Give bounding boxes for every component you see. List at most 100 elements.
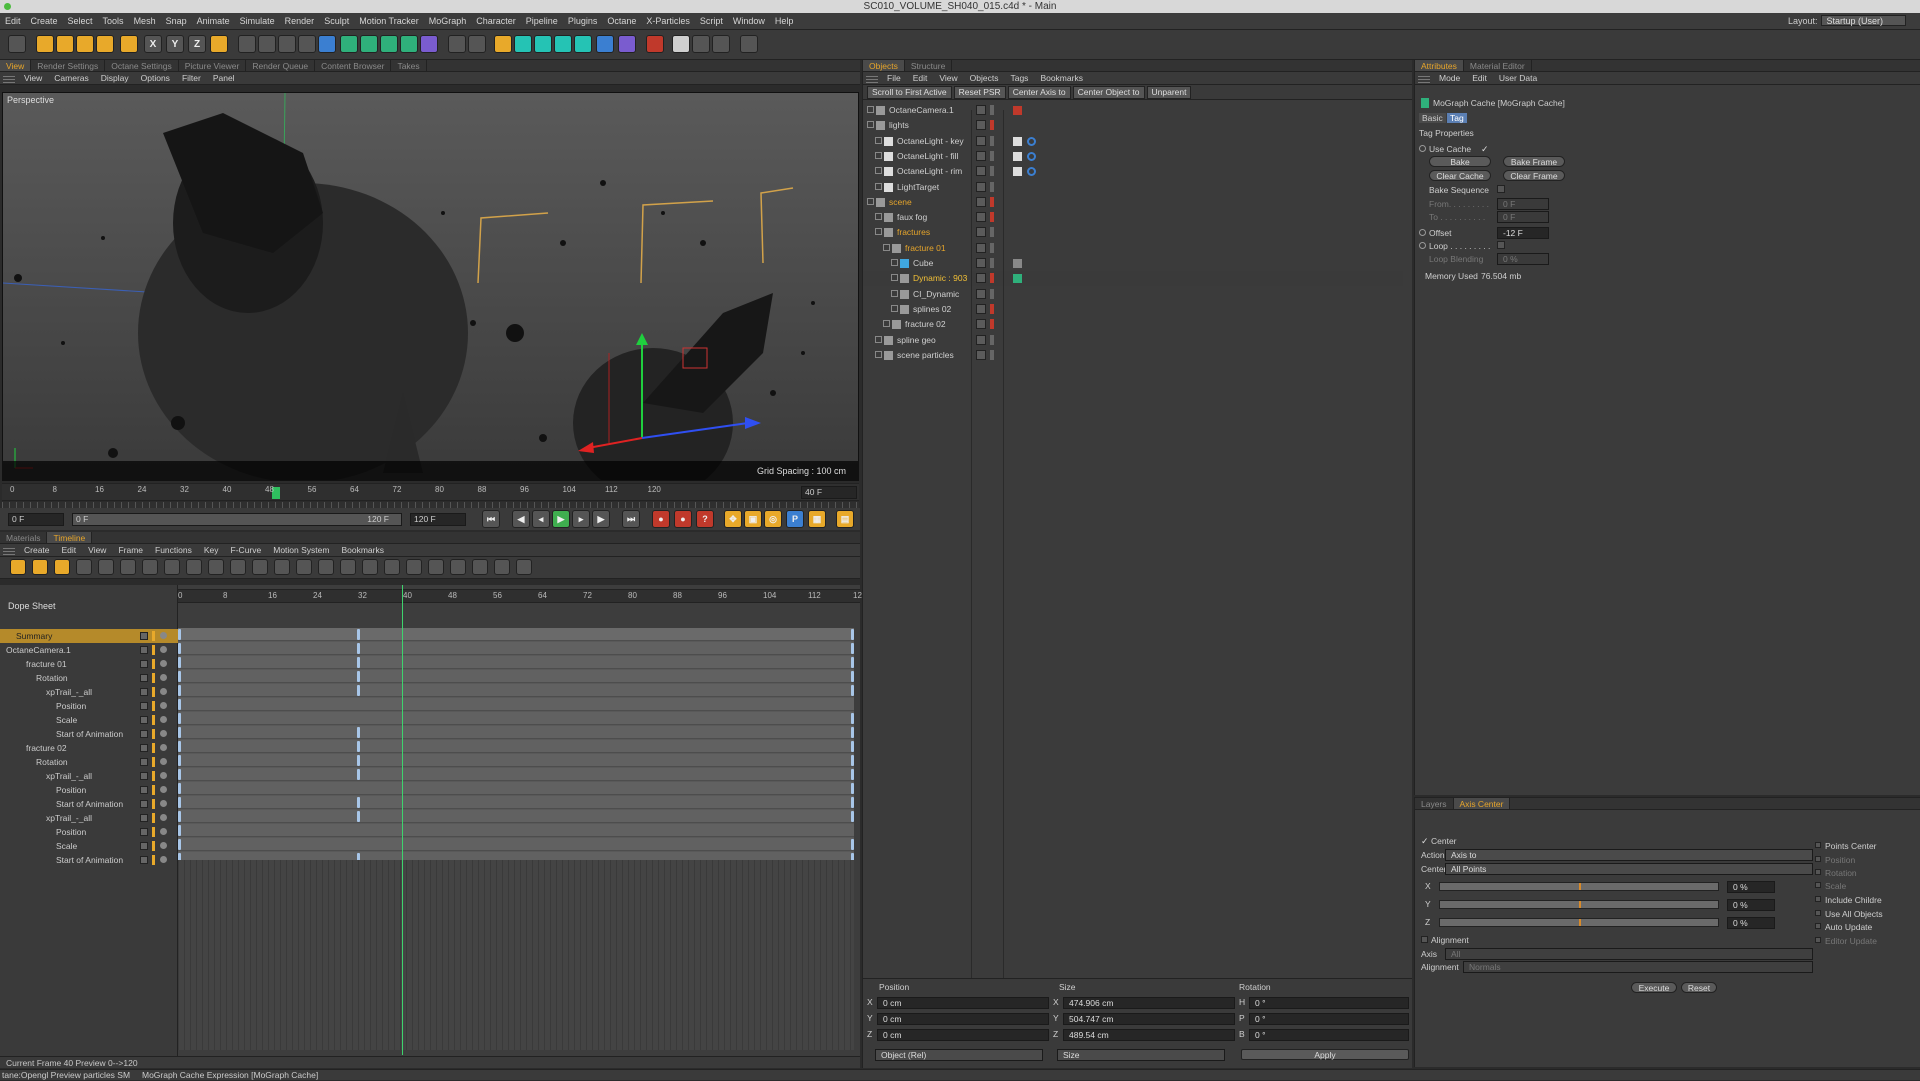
track-enable-icon[interactable] <box>140 786 148 794</box>
render-dot-icon[interactable] <box>990 319 994 330</box>
keyframe-marker[interactable] <box>357 755 360 766</box>
keyframe-marker[interactable] <box>178 783 181 794</box>
render-dot-icon[interactable] <box>990 181 994 192</box>
timeline-ruler[interactable]: 40 F 0 8 16 24 32 40 48 56 64 72 80 88 96 104 112 120 <box>2 483 859 501</box>
menu-file[interactable]: File <box>881 73 907 83</box>
render-picture-icon[interactable] <box>278 35 296 53</box>
option-checkbox[interactable] <box>1815 896 1821 902</box>
render-dot-icon[interactable] <box>990 105 994 115</box>
track-solo-icon[interactable] <box>160 674 167 681</box>
visibility-icon[interactable] <box>976 212 986 223</box>
grid-icon[interactable] <box>672 35 690 53</box>
render-dot-icon[interactable] <box>990 212 994 223</box>
tab-picture-viewer[interactable]: Picture Viewer <box>179 60 247 71</box>
menu-tools[interactable]: Tools <box>98 16 129 26</box>
track-solo-icon[interactable] <box>160 758 167 765</box>
rotation-field[interactable]: 0 ° <box>1249 997 1409 1009</box>
expand-toggle-icon[interactable] <box>875 151 882 159</box>
expand-toggle-icon[interactable] <box>891 274 898 282</box>
object-name[interactable]: lights <box>889 118 909 133</box>
expand-toggle-icon[interactable] <box>875 335 882 343</box>
subdivision-icon[interactable] <box>360 35 378 53</box>
target-tag-icon[interactable] <box>1027 167 1036 177</box>
add-key-icon[interactable] <box>142 559 158 575</box>
light-tag-icon[interactable] <box>1013 167 1022 177</box>
track-enable-icon[interactable] <box>140 702 148 710</box>
menu-create[interactable]: Create <box>18 545 56 555</box>
keyframe-marker[interactable] <box>178 657 181 668</box>
keyframe-marker[interactable] <box>178 629 181 640</box>
execute-button[interactable]: Execute <box>1631 982 1677 993</box>
button-reset-psr[interactable]: Reset PSR <box>953 85 1006 99</box>
object-name[interactable]: fractures <box>897 225 930 240</box>
action-dropdown[interactable]: Axis to <box>1445 849 1813 861</box>
workplane-icon[interactable] <box>712 35 730 53</box>
position-field[interactable]: 0 cm <box>877 1013 1049 1025</box>
keyframe-marker[interactable] <box>357 657 360 668</box>
menu-mode[interactable]: Mode <box>1433 73 1466 83</box>
object-name[interactable]: spline geo <box>897 333 936 348</box>
dopesheet-track[interactable] <box>178 684 854 697</box>
loop-checkbox[interactable] <box>1497 241 1505 249</box>
key-param-icon[interactable]: P <box>786 510 804 528</box>
track-enable-icon[interactable] <box>140 674 148 682</box>
snap-icon[interactable] <box>692 35 710 53</box>
object-name[interactable]: scene <box>889 195 912 210</box>
expand-toggle-icon[interactable] <box>875 136 882 144</box>
pen-icon[interactable] <box>340 35 358 53</box>
menu-character[interactable]: Character <box>471 16 521 26</box>
frame-icon[interactable] <box>120 559 136 575</box>
axis-slider[interactable] <box>1439 900 1719 909</box>
panel-grip-icon[interactable] <box>1418 73 1430 83</box>
visibility-icon[interactable] <box>976 181 986 192</box>
keyframe-marker[interactable] <box>357 643 360 654</box>
menu-script[interactable]: Script <box>695 16 728 26</box>
dopesheet-row[interactable]: fracture 02 <box>0 741 178 755</box>
center-checkbox[interactable]: ✓ <box>1421 836 1429 847</box>
panel-grip-icon[interactable] <box>3 545 15 555</box>
subtab-basic[interactable]: Basic <box>1419 113 1446 123</box>
link-icon[interactable] <box>76 559 92 575</box>
expand-toggle-icon[interactable] <box>875 350 882 358</box>
move-icon[interactable] <box>56 35 74 53</box>
dopesheet-track[interactable] <box>178 754 854 767</box>
keyframe-marker[interactable] <box>357 797 360 808</box>
goto-end-icon[interactable]: ⏭ <box>622 510 640 528</box>
viewport-icon[interactable] <box>740 35 758 53</box>
expand-toggle-icon[interactable] <box>875 182 882 190</box>
prev-frame-icon[interactable]: ◂ <box>532 510 550 528</box>
tab-content-browser[interactable]: Content Browser <box>315 60 392 71</box>
object-row[interactable]: spline geo <box>863 333 1403 348</box>
dopesheet-track[interactable] <box>178 642 854 655</box>
tab-view[interactable]: View <box>0 60 32 71</box>
keyframe-marker[interactable] <box>357 671 360 682</box>
render-region-icon[interactable] <box>238 35 256 53</box>
track-solo-icon[interactable] <box>160 730 167 737</box>
motion-mode-icon[interactable] <box>54 559 70 575</box>
keyframe-marker[interactable] <box>851 839 854 850</box>
cube-icon[interactable] <box>318 35 336 53</box>
render-dot-icon[interactable] <box>990 196 994 207</box>
add-icon[interactable] <box>120 35 138 53</box>
scale-icon[interactable] <box>76 35 94 53</box>
record-keys-icon[interactable]: ● <box>652 510 670 528</box>
render-dot-icon[interactable] <box>990 166 994 177</box>
panel-grip-icon[interactable] <box>866 73 878 83</box>
3d-viewport[interactable]: Perspective Grid Spacing : 100 cm <box>2 92 859 481</box>
target-tag-icon[interactable] <box>1027 151 1036 161</box>
keyframe-marker[interactable] <box>357 685 360 696</box>
key-mode-icon[interactable] <box>10 559 26 575</box>
object-row[interactable]: OctaneLight - rim <box>863 164 1403 179</box>
record-icon[interactable] <box>646 35 664 53</box>
target-tag-icon[interactable] <box>1027 136 1036 146</box>
render-view-icon[interactable] <box>258 35 276 53</box>
subtab-tag[interactable]: Tag <box>1447 113 1467 123</box>
menu-user-data[interactable]: User Data <box>1493 73 1543 83</box>
menu-key[interactable]: Key <box>198 545 225 555</box>
track-solo-icon[interactable] <box>160 800 167 807</box>
dopesheet-row[interactable]: fracture 01 <box>0 657 178 671</box>
zoom-icon[interactable] <box>98 559 114 575</box>
tab-takes[interactable]: Takes <box>391 60 427 71</box>
linear-icon[interactable] <box>208 559 224 575</box>
dopesheet-row[interactable]: Start of Animation <box>0 727 178 741</box>
